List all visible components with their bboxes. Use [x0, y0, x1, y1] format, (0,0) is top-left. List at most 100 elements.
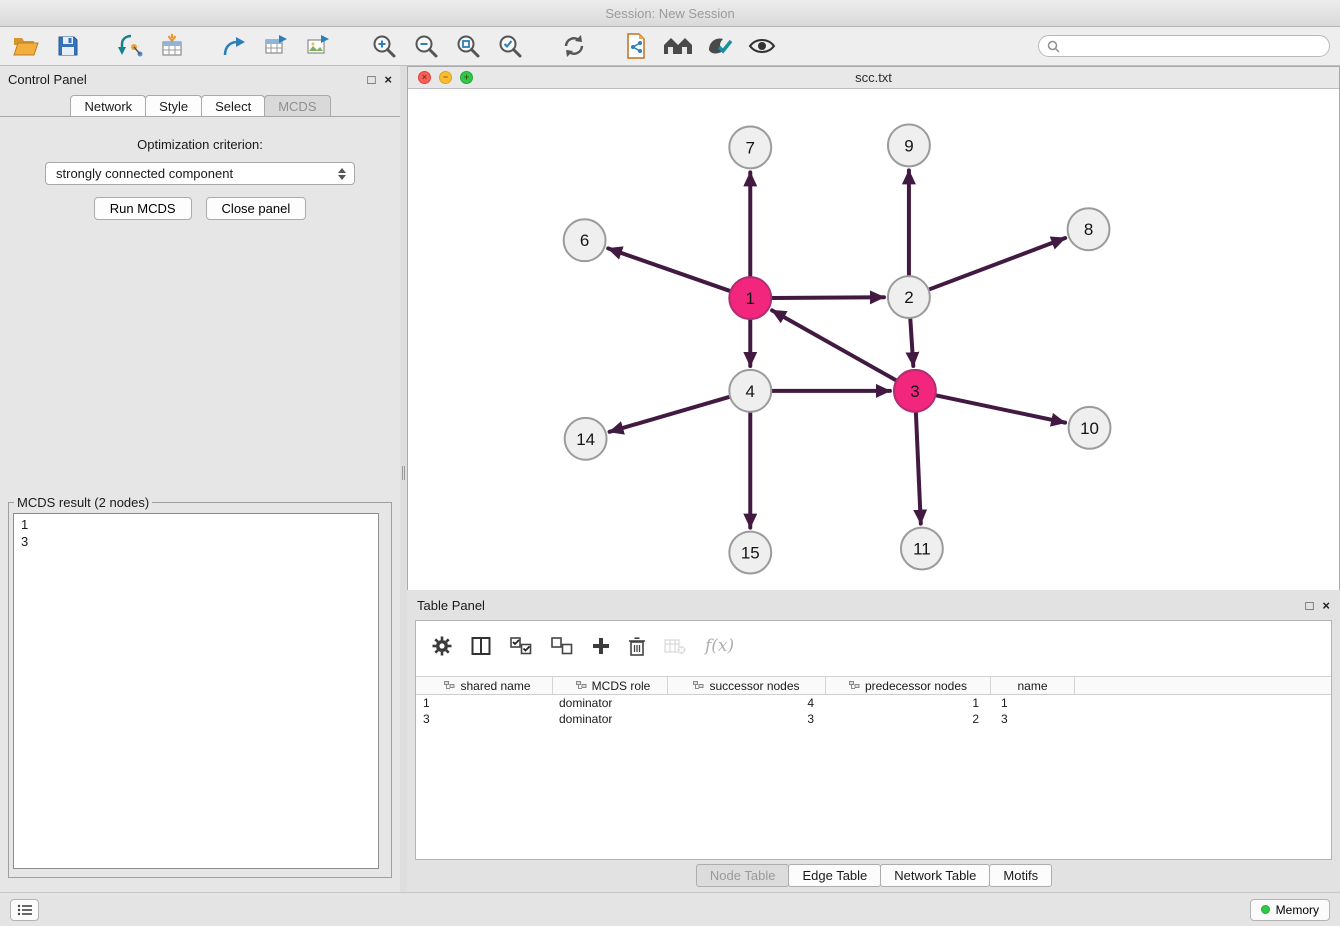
create-column-button[interactable] — [592, 637, 610, 655]
search-input[interactable] — [1065, 39, 1321, 53]
node-table-container: f(x) shared name — [415, 620, 1332, 860]
network-graph[interactable]: 7 9 6 8 1 2 4 3 10 14 15 11 — [408, 89, 1339, 590]
tab-mcds[interactable]: MCDS — [264, 95, 330, 116]
zoom-in-icon — [371, 33, 397, 59]
column-header-predecessor-nodes[interactable]: predecessor nodes — [826, 677, 991, 694]
cell-shared-name[interactable]: 3 — [416, 712, 553, 726]
refresh-layout-button[interactable] — [556, 31, 592, 61]
select-all-columns-button[interactable] — [510, 637, 532, 655]
tab-style[interactable]: Style — [145, 95, 202, 116]
edge-2-8[interactable] — [929, 238, 1065, 289]
traffic-close-button[interactable]: × — [418, 71, 431, 84]
export-image-button[interactable] — [300, 31, 336, 61]
edge-4-14[interactable] — [610, 397, 730, 432]
node-9[interactable]: 9 — [888, 124, 930, 166]
cell-shared-name[interactable]: 1 — [416, 696, 553, 710]
node-label: 8 — [1084, 220, 1093, 239]
cell-successor-nodes[interactable]: 4 — [668, 696, 826, 710]
edge-2-3[interactable] — [910, 319, 913, 366]
tab-network-table[interactable]: Network Table — [880, 864, 990, 887]
zoom-fit-button[interactable] — [450, 31, 486, 61]
edge-1-2[interactable] — [772, 297, 884, 298]
node-7[interactable]: 7 — [729, 126, 771, 168]
zoom-in-button[interactable] — [366, 31, 402, 61]
shared-column-icon — [849, 681, 860, 691]
zoom-selected-button[interactable] — [492, 31, 528, 61]
node-15[interactable]: 15 — [729, 532, 771, 574]
column-header-successor-nodes[interactable]: successor nodes — [668, 677, 826, 694]
show-hide-button[interactable] — [744, 31, 780, 61]
float-panel-icon[interactable]: □ — [368, 73, 376, 86]
cell-mcds-role[interactable]: dominator — [553, 712, 668, 726]
zoom-out-icon — [413, 33, 439, 59]
node-3[interactable]: 3 — [894, 370, 936, 412]
show-columns-button[interactable] — [471, 636, 491, 656]
export-network-button[interactable] — [216, 31, 252, 61]
node-6[interactable]: 6 — [564, 219, 606, 261]
node-8[interactable]: 8 — [1068, 208, 1110, 250]
export-document-button[interactable] — [618, 31, 654, 61]
node-label: 2 — [904, 288, 913, 307]
tab-select[interactable]: Select — [201, 95, 265, 116]
column-header-name[interactable]: name — [991, 677, 1075, 694]
tab-network[interactable]: Network — [70, 95, 146, 116]
search-field[interactable] — [1038, 35, 1330, 57]
node-10[interactable]: 10 — [1069, 407, 1111, 449]
node-label: 11 — [913, 540, 931, 559]
table-options-button[interactable] — [432, 636, 452, 656]
select-all-icon — [510, 637, 532, 655]
cell-name[interactable]: 3 — [991, 712, 1075, 726]
edge-3-10[interactable] — [936, 395, 1065, 422]
delete-columns-button[interactable] — [629, 637, 645, 656]
optimization-criterion-dropdown[interactable]: strongly connected component — [45, 162, 355, 185]
cell-predecessor-nodes[interactable]: 2 — [826, 712, 991, 726]
cell-name[interactable]: 1 — [991, 696, 1075, 710]
dropdown-selected-value: strongly connected component — [56, 166, 335, 181]
node-1[interactable]: 1 — [729, 277, 771, 319]
close-panel-button[interactable]: Close panel — [206, 197, 307, 220]
cell-mcds-role[interactable]: dominator — [553, 696, 668, 710]
save-session-button[interactable] — [50, 31, 86, 61]
tab-motifs[interactable]: Motifs — [989, 864, 1052, 887]
node-label: 15 — [741, 544, 760, 563]
shared-column-icon — [576, 681, 587, 691]
close-panel-icon[interactable]: × — [384, 73, 392, 86]
export-table-button[interactable] — [258, 31, 294, 61]
edge-3-11[interactable] — [916, 413, 921, 524]
node-14[interactable]: 14 — [565, 418, 607, 460]
column-header-mcds-role[interactable]: MCDS role — [553, 677, 668, 694]
edge-3-1[interactable] — [772, 310, 896, 380]
edge-1-6[interactable] — [608, 248, 729, 290]
apply-style-button[interactable] — [702, 31, 738, 61]
tab-node-table[interactable]: Node Table — [696, 864, 790, 887]
memory-button[interactable]: Memory — [1250, 899, 1330, 921]
run-mcds-button[interactable]: Run MCDS — [94, 197, 192, 220]
node-11[interactable]: 11 — [901, 528, 943, 570]
cell-successor-nodes[interactable]: 3 — [668, 712, 826, 726]
traffic-minimize-button[interactable]: − — [439, 71, 452, 84]
network-canvas[interactable]: 7 9 6 8 1 2 4 3 10 14 15 11 — [408, 89, 1339, 590]
table-toolbar: f(x) — [416, 621, 1331, 671]
tab-edge-table[interactable]: Edge Table — [788, 864, 881, 887]
open-session-button[interactable] — [8, 31, 44, 61]
node-2[interactable]: 2 — [888, 276, 930, 318]
import-network-button[interactable] — [112, 31, 148, 61]
unselect-all-columns-button[interactable] — [551, 637, 573, 655]
table-row[interactable]: 1 dominator 4 1 1 — [416, 695, 1331, 711]
panel-divider[interactable] — [400, 66, 407, 892]
traffic-maximize-button[interactable]: + — [460, 71, 473, 84]
column-header-shared-name[interactable]: shared name — [416, 677, 553, 694]
import-table-button[interactable] — [154, 31, 190, 61]
float-table-panel-icon[interactable]: □ — [1306, 599, 1314, 612]
close-table-panel-icon[interactable]: × — [1322, 599, 1330, 612]
table-panel-tabs: Node Table Edge Table Network Table Moti… — [407, 864, 1340, 887]
node-label: 6 — [580, 231, 589, 250]
table-row[interactable]: 3 dominator 3 2 3 — [416, 711, 1331, 727]
zoom-out-button[interactable] — [408, 31, 444, 61]
node-4[interactable]: 4 — [729, 370, 771, 412]
export-table-icon — [264, 35, 288, 57]
cell-predecessor-nodes[interactable]: 1 — [826, 696, 991, 710]
network-overview-button[interactable] — [660, 31, 696, 61]
function-builder-button: f(x) — [705, 636, 734, 656]
task-history-button[interactable] — [10, 899, 39, 921]
